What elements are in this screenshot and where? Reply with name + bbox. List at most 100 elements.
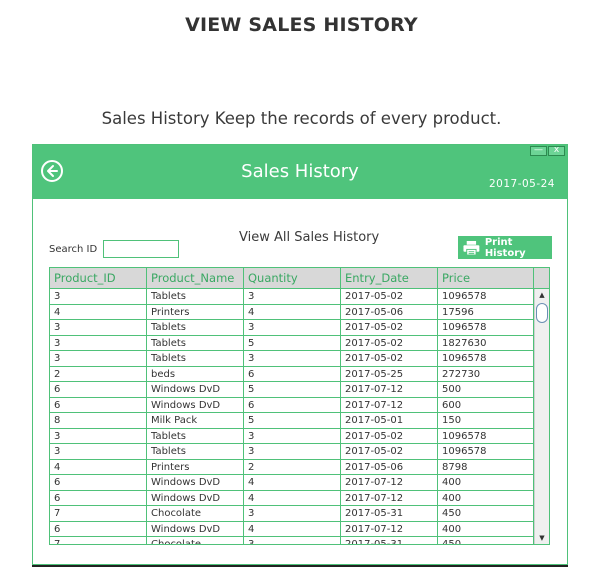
- sales-history-window: Sales History 2017-05-24 — x Search ID V…: [32, 144, 568, 565]
- table-row[interactable]: 4 Printers 4 2017-05-06 17596: [50, 304, 534, 320]
- table-row[interactable]: 2 beds 6 2017-05-25 272730: [50, 366, 534, 382]
- table-row[interactable]: 7 Chocolate 3 2017-05-31 450: [50, 506, 534, 522]
- table-row[interactable]: 6 Windows DvD 5 2017-07-12 500: [50, 382, 534, 398]
- cell-product-name: Printers: [147, 304, 244, 320]
- cell-quantity: 3: [244, 320, 341, 336]
- table-body: 3 Tablets 3 2017-05-02 1096578 4 Printer…: [50, 289, 534, 544]
- sales-history-table: Product_ID Product_Name Quantity Entry_D…: [49, 267, 550, 545]
- table-row[interactable]: 3 Tablets 3 2017-05-02 1096578: [50, 351, 534, 367]
- cell-price: 450: [438, 506, 534, 522]
- table-row[interactable]: 3 Tablets 3 2017-05-02 1096578: [50, 444, 534, 460]
- minimize-button[interactable]: —: [530, 145, 547, 156]
- print-history-button[interactable]: Print History: [458, 236, 552, 259]
- table-row[interactable]: 4 Printers 2 2017-05-06 8798: [50, 459, 534, 475]
- column-header-entry-date[interactable]: Entry_Date: [341, 268, 438, 289]
- table-row[interactable]: 6 Windows DvD 6 2017-07-12 600: [50, 397, 534, 413]
- app-title: Sales History: [241, 161, 359, 182]
- minimize-icon: —: [534, 145, 543, 155]
- cell-product-id: 8: [50, 413, 147, 429]
- column-header-price[interactable]: Price: [438, 268, 534, 289]
- cell-price: 1827630: [438, 335, 534, 351]
- title-bar: Sales History 2017-05-24 — x: [33, 145, 567, 199]
- page-heading: VIEW SALES HISTORY: [185, 14, 418, 36]
- search-label: Search ID: [49, 244, 98, 255]
- cell-entry-date: 2017-07-12: [341, 490, 438, 506]
- column-header-quantity[interactable]: Quantity: [244, 268, 341, 289]
- print-history-label: Print History: [484, 236, 526, 259]
- cell-quantity: 4: [244, 490, 341, 506]
- cell-entry-date: 2017-05-06: [341, 304, 438, 320]
- cell-quantity: 5: [244, 413, 341, 429]
- column-header-product-id[interactable]: Product_ID: [50, 268, 147, 289]
- cell-product-name: Tablets: [147, 289, 244, 305]
- page-subtitle: Sales History Keep the records of every …: [101, 109, 502, 128]
- table-row[interactable]: 3 Tablets 3 2017-05-02 1096578: [50, 289, 534, 305]
- scroll-down-arrow-icon[interactable]: ▼: [535, 532, 549, 544]
- cell-entry-date: 2017-05-25: [341, 366, 438, 382]
- cell-entry-date: 2017-05-31: [341, 537, 438, 544]
- cell-quantity: 3: [244, 289, 341, 305]
- cell-quantity: 3: [244, 428, 341, 444]
- cell-quantity: 3: [244, 537, 341, 544]
- cell-product-id: 4: [50, 459, 147, 475]
- search-input[interactable]: [103, 240, 179, 258]
- cell-quantity: 4: [244, 521, 341, 537]
- cell-entry-date: 2017-05-02: [341, 289, 438, 305]
- cell-quantity: 6: [244, 366, 341, 382]
- cell-product-name: beds: [147, 366, 244, 382]
- cell-price: 1096578: [438, 428, 534, 444]
- table-row[interactable]: 6 Windows DvD 4 2017-07-12 400: [50, 490, 534, 506]
- cell-product-name: Chocolate: [147, 506, 244, 522]
- cell-product-name: Tablets: [147, 335, 244, 351]
- cell-product-id: 3: [50, 428, 147, 444]
- table-scrollbar[interactable]: ▲ ▼: [534, 289, 549, 544]
- column-header-product-name[interactable]: Product_Name: [147, 268, 244, 289]
- cell-price: 1096578: [438, 444, 534, 460]
- cell-price: 500: [438, 382, 534, 398]
- current-date: 2017-05-24: [488, 178, 555, 190]
- cell-product-id: 6: [50, 521, 147, 537]
- cell-product-name: Printers: [147, 459, 244, 475]
- cell-product-name: Windows DvD: [147, 382, 244, 398]
- cell-product-id: 7: [50, 506, 147, 522]
- table-row[interactable]: 8 Milk Pack 5 2017-05-01 150: [50, 413, 534, 429]
- cell-product-id: 4: [50, 304, 147, 320]
- cell-product-name: Chocolate: [147, 537, 244, 544]
- cell-price: 150: [438, 413, 534, 429]
- cell-quantity: 4: [244, 475, 341, 491]
- cell-price: 450: [438, 537, 534, 544]
- cell-quantity: 5: [244, 335, 341, 351]
- table-row[interactable]: 3 Tablets 5 2017-05-02 1827630: [50, 335, 534, 351]
- scroll-up-arrow-icon[interactable]: ▲: [535, 289, 549, 301]
- table-row[interactable]: 3 Tablets 3 2017-05-02 1096578: [50, 320, 534, 336]
- cell-quantity: 3: [244, 444, 341, 460]
- cell-product-id: 6: [50, 382, 147, 398]
- cell-product-id: 3: [50, 289, 147, 305]
- table-row[interactable]: 6 Windows DvD 4 2017-07-12 400: [50, 475, 534, 491]
- cell-price: 400: [438, 475, 534, 491]
- cell-quantity: 6: [244, 397, 341, 413]
- close-icon: x: [553, 145, 560, 155]
- cell-quantity: 3: [244, 351, 341, 367]
- cell-price: 400: [438, 490, 534, 506]
- close-button[interactable]: x: [548, 145, 565, 156]
- cell-entry-date: 2017-05-06: [341, 459, 438, 475]
- cell-entry-date: 2017-05-02: [341, 351, 438, 367]
- cell-product-name: Tablets: [147, 444, 244, 460]
- cell-product-name: Windows DvD: [147, 490, 244, 506]
- cell-product-id: 2: [50, 366, 147, 382]
- cell-entry-date: 2017-05-02: [341, 335, 438, 351]
- cell-product-id: 3: [50, 444, 147, 460]
- table-row[interactable]: 7 Chocolate 3 2017-05-31 450: [50, 537, 534, 544]
- cell-product-id: 6: [50, 475, 147, 491]
- cell-product-name: Tablets: [147, 320, 244, 336]
- cell-product-name: Windows DvD: [147, 475, 244, 491]
- table-row[interactable]: 6 Windows DvD 4 2017-07-12 400: [50, 521, 534, 537]
- cell-price: 17596: [438, 304, 534, 320]
- scrollbar-thumb[interactable]: [536, 303, 548, 323]
- cell-entry-date: 2017-05-02: [341, 428, 438, 444]
- cell-entry-date: 2017-07-12: [341, 521, 438, 537]
- table-header-corner: [534, 268, 549, 289]
- table-row[interactable]: 3 Tablets 3 2017-05-02 1096578: [50, 428, 534, 444]
- cell-quantity: 3: [244, 506, 341, 522]
